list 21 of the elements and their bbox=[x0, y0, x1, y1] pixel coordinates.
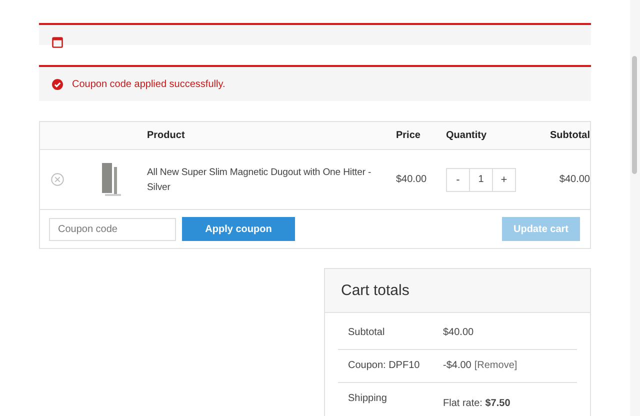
column-header: Subtotal bbox=[549, 130, 590, 141]
product-name[interactable]: All New Super Slim Magnetic Dugout with One Hitter - Silver bbox=[147, 164, 396, 194]
column-header: Price bbox=[396, 130, 422, 141]
totals-value: -$4.00 bbox=[443, 359, 472, 373]
check-circle-icon bbox=[52, 78, 63, 90]
quantity-field[interactable]: 1 bbox=[469, 168, 493, 190]
totals-label: Subtotal bbox=[348, 326, 386, 340]
coupon-field[interactable]: Coupon code bbox=[49, 218, 176, 240]
price-cell-text: $40.00 bbox=[396, 173, 428, 187]
subtotal-cell-text: $40.00 bbox=[558, 173, 590, 187]
totals-label: Coupon: DPF10 bbox=[348, 359, 421, 373]
remove-coupon-link[interactable]: [Remove] bbox=[474, 359, 518, 373]
remove-icon[interactable] bbox=[50, 173, 64, 186]
cart-totals-title: Cart totals bbox=[341, 282, 410, 299]
notice-text: Coupon code applied successfully. bbox=[72, 78, 226, 90]
scrollbar[interactable] bbox=[630, 0, 640, 416]
shipping-rate: Flat rate: $7.50 bbox=[443, 397, 510, 411]
totals-label: Shipping bbox=[348, 392, 388, 406]
totals-value: $40.00 bbox=[443, 326, 474, 340]
column-header: Quantity bbox=[446, 130, 488, 141]
column-header: Product bbox=[147, 130, 186, 141]
